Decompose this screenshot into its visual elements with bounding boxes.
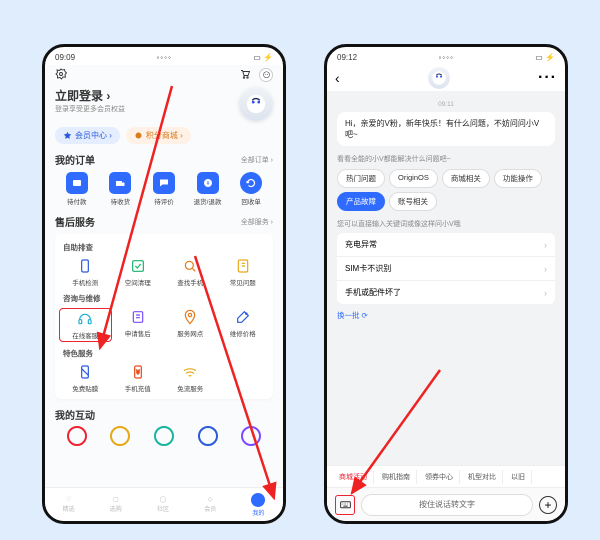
item-find-phone[interactable]: 查找手机: [164, 257, 217, 287]
avatar-small[interactable]: [259, 68, 273, 82]
cart-icon[interactable]: [239, 68, 251, 82]
keyboard-icon[interactable]: [335, 495, 355, 515]
back-icon[interactable]: ‹: [335, 70, 340, 86]
interact-5[interactable]: [241, 426, 261, 446]
ql-coupons[interactable]: 领券中心: [419, 470, 460, 484]
refresh-icon: ⟳: [362, 311, 368, 320]
item-free-film[interactable]: 免费贴膜: [59, 363, 112, 393]
chevron-right-icon: ›: [544, 264, 547, 274]
cat-mall[interactable]: 商城相关: [442, 169, 490, 188]
category-hint: 看看全能的小V都能解决什么问题吧~: [337, 154, 555, 164]
phone-left: 09:09 ◦◦◦◦ ▭ ⚡ 立即登录 › 登录享受更多会员权益 会员中心 › …: [42, 44, 286, 524]
cat-product-fault[interactable]: 产品故障: [337, 192, 385, 211]
voice-input[interactable]: 按住说话转文字: [361, 494, 533, 516]
cat-function[interactable]: 功能操作: [494, 169, 542, 188]
interact-4[interactable]: [198, 426, 218, 446]
greeting-bubble: Hi，亲爱的V粉，新年快乐！有什么问题，不妨问问小V吧~: [337, 112, 555, 146]
item-online-service[interactable]: 在线客服: [59, 308, 112, 342]
tab-mine[interactable]: 我的: [251, 493, 265, 517]
interact-3[interactable]: [154, 426, 174, 446]
item-service-point[interactable]: 服务网点: [164, 308, 217, 342]
chevron-right-icon: ›: [544, 240, 547, 250]
status-icons: ◦◦◦◦: [156, 53, 171, 62]
q-charging[interactable]: 充电异常›: [337, 233, 555, 257]
status-bar-r: 09:12 ◦◦◦◦ ▭ ⚡: [327, 47, 565, 65]
ql-buy-guide[interactable]: 购机指南: [376, 470, 417, 484]
more-icon[interactable]: ···: [538, 69, 557, 87]
q-broken[interactable]: 手机或配件坏了›: [337, 281, 555, 304]
ql-compare[interactable]: 机型对比: [462, 470, 503, 484]
refresh-batch[interactable]: 换一批⟳: [337, 310, 368, 321]
group-consult-title: 咨询与维修: [63, 293, 269, 304]
item-space-clean[interactable]: 空间清理: [112, 257, 165, 287]
q-sim[interactable]: SIM卡不识别›: [337, 257, 555, 281]
status-time: 09:09: [55, 53, 75, 62]
gear-icon[interactable]: [55, 68, 67, 82]
order-recycle[interactable]: 回收单: [231, 172, 271, 206]
direct-hint: 您可以直接输入关键词或像这样问小V哦: [337, 219, 555, 229]
item-apply-aftersale[interactable]: 申请售后: [112, 308, 165, 342]
ql-trade[interactable]: 以旧: [505, 470, 532, 484]
item-free-data[interactable]: 免流服务: [164, 363, 217, 393]
item-repair-price[interactable]: 维修价格: [217, 308, 270, 342]
bottom-tabs: ♡精选 ▢选购 ◯社区 ◇会员 我的: [45, 487, 283, 521]
svg-text:¥: ¥: [206, 181, 209, 187]
chip-points-mall[interactable]: 积分商城 ›: [126, 127, 191, 144]
ql-mall-event[interactable]: 商城活动: [333, 470, 374, 484]
status-right: ▭ ⚡: [253, 53, 273, 62]
login-title[interactable]: 立即登录 ›: [55, 87, 125, 104]
status-bar: 09:09 ◦◦◦◦ ▭ ⚡: [45, 47, 283, 65]
orders-more[interactable]: 全部订单 ›: [241, 155, 273, 165]
avatar-large[interactable]: [239, 87, 273, 121]
chat-timestamp: 09:11: [337, 101, 555, 108]
interact-1[interactable]: [67, 426, 87, 446]
quick-links: 商城活动 购机指南 领券中心 机型对比 以旧: [327, 465, 565, 487]
status-time-r: 09:12: [337, 53, 357, 62]
chevron-right-icon: ›: [544, 288, 547, 298]
login-subtitle: 登录享受更多会员权益: [55, 104, 125, 114]
order-pending-receive[interactable]: 待收货: [100, 172, 140, 206]
aftersale-title: 售后服务: [55, 214, 95, 229]
order-pending-review[interactable]: 待评价: [144, 172, 184, 206]
order-refund[interactable]: ¥退货/退款: [188, 172, 228, 206]
item-phone-check[interactable]: 手机检测: [59, 257, 112, 287]
phone-right: 09:12 ◦◦◦◦ ▭ ⚡ ‹ ··· 09:11 Hi，亲爱的V粉，新年快乐…: [324, 44, 568, 524]
cat-account[interactable]: 账号相关: [389, 192, 437, 211]
tab-member[interactable]: ◇会员: [204, 496, 216, 513]
interact-2[interactable]: [110, 426, 130, 446]
group-special-title: 特色服务: [63, 348, 269, 359]
interact-title: 我的互动: [55, 407, 95, 422]
svg-text:¥: ¥: [136, 370, 139, 376]
tab-community[interactable]: ◯社区: [157, 496, 169, 513]
aftersale-more[interactable]: 全部服务 ›: [241, 217, 273, 227]
group-self-title: 自助排查: [63, 242, 269, 253]
cat-originos[interactable]: OriginOS: [389, 169, 438, 188]
order-pending-pay[interactable]: 待付款: [57, 172, 97, 206]
chip-member-center[interactable]: 会员中心 ›: [55, 127, 120, 144]
tab-featured[interactable]: ♡精选: [63, 496, 75, 513]
cat-hot[interactable]: 热门问题: [337, 169, 385, 188]
chat-avatar: [428, 67, 450, 89]
item-phone-topup[interactable]: ¥手机充值: [112, 363, 165, 393]
item-faq[interactable]: 常见问题: [217, 257, 270, 287]
orders-title: 我的订单: [55, 152, 95, 167]
tab-shop[interactable]: ▢选购: [110, 496, 122, 513]
plus-icon[interactable]: +: [539, 496, 557, 514]
